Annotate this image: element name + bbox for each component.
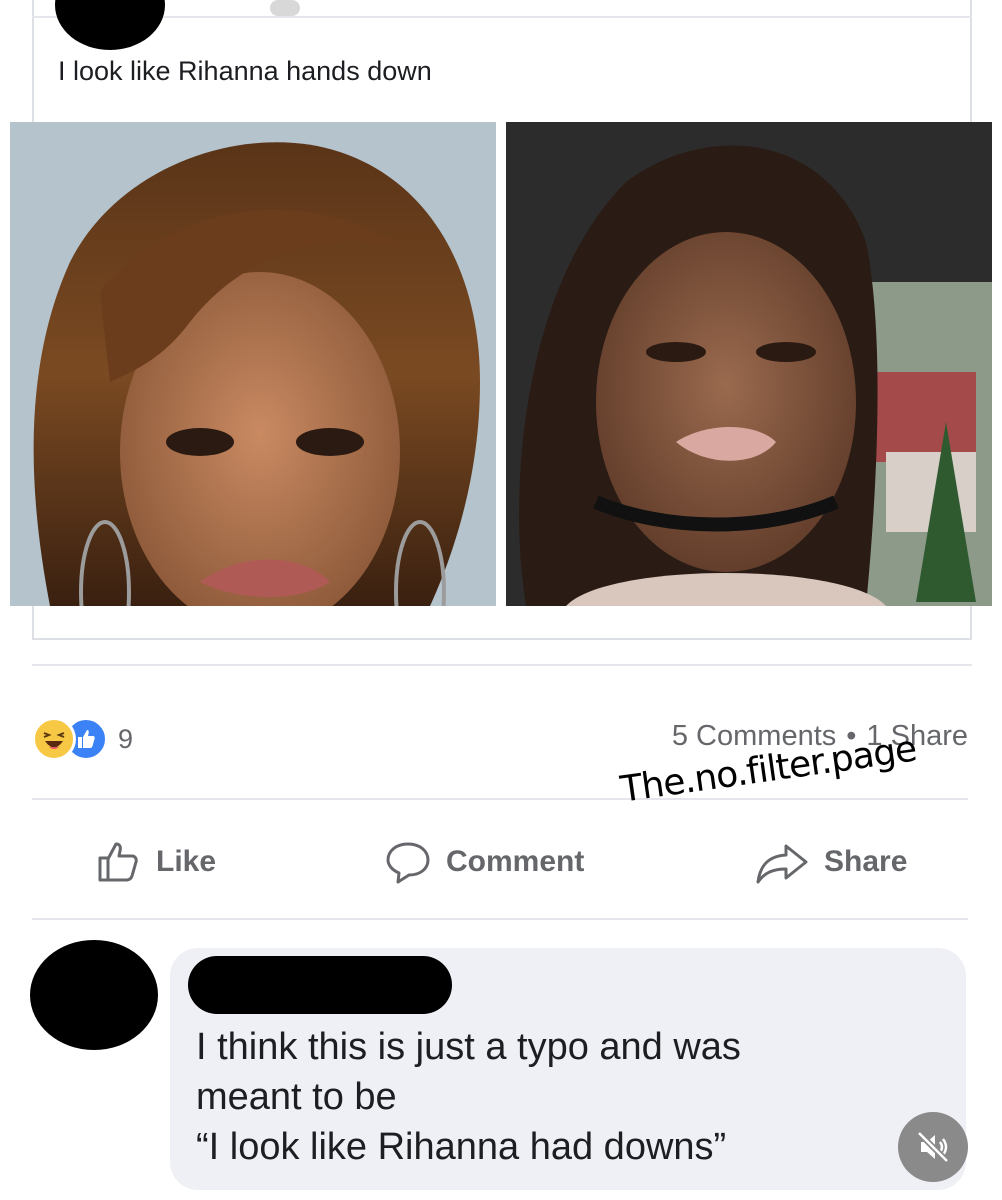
redacted-author-name	[270, 0, 300, 16]
reactions-summary[interactable]: 9	[32, 714, 133, 764]
post-action-bar: Like Comment Share	[0, 834, 1002, 890]
share-button[interactable]: Share	[754, 834, 907, 890]
thumbs-up-icon	[98, 842, 138, 882]
muted-speaker-icon	[916, 1130, 950, 1164]
selfie-photo-icon	[506, 122, 992, 606]
comments-top-divider	[32, 918, 968, 920]
comment-label: Comment	[446, 845, 585, 878]
post-photo-right[interactable]	[506, 122, 992, 606]
portrait-photo-icon	[10, 122, 496, 606]
mute-button[interactable]	[898, 1112, 968, 1182]
post-photo-left[interactable]	[10, 122, 496, 606]
post-text: I look like Rihanna hands down	[58, 56, 432, 86]
comment-line: meant to be	[196, 1076, 397, 1118]
like-label: Like	[156, 845, 217, 878]
actions-top-divider	[32, 798, 968, 800]
post-footer-divider	[32, 664, 972, 666]
like-button[interactable]: Like	[94, 834, 216, 890]
share-label: Share	[824, 845, 908, 878]
redacted-commenter-name	[188, 956, 452, 1014]
comment-line: “I look like Rihanna had downs”	[196, 1126, 727, 1168]
share-arrow-icon	[756, 844, 808, 884]
facebook-post-screenshot: I look like Rihanna hands down 9 5 Comme…	[0, 0, 1002, 1200]
reaction-count: 9	[118, 723, 134, 754]
comment-line: I think this is just a typo and was	[196, 1026, 741, 1068]
redacted-commenter-avatar	[30, 940, 158, 1050]
comment-bubble-icon	[386, 842, 430, 884]
comment-button[interactable]: Comment	[384, 834, 584, 890]
header-divider	[32, 16, 972, 18]
haha-icon	[32, 717, 76, 761]
comment-text: I think this is just a typo and was mean…	[196, 1022, 896, 1172]
